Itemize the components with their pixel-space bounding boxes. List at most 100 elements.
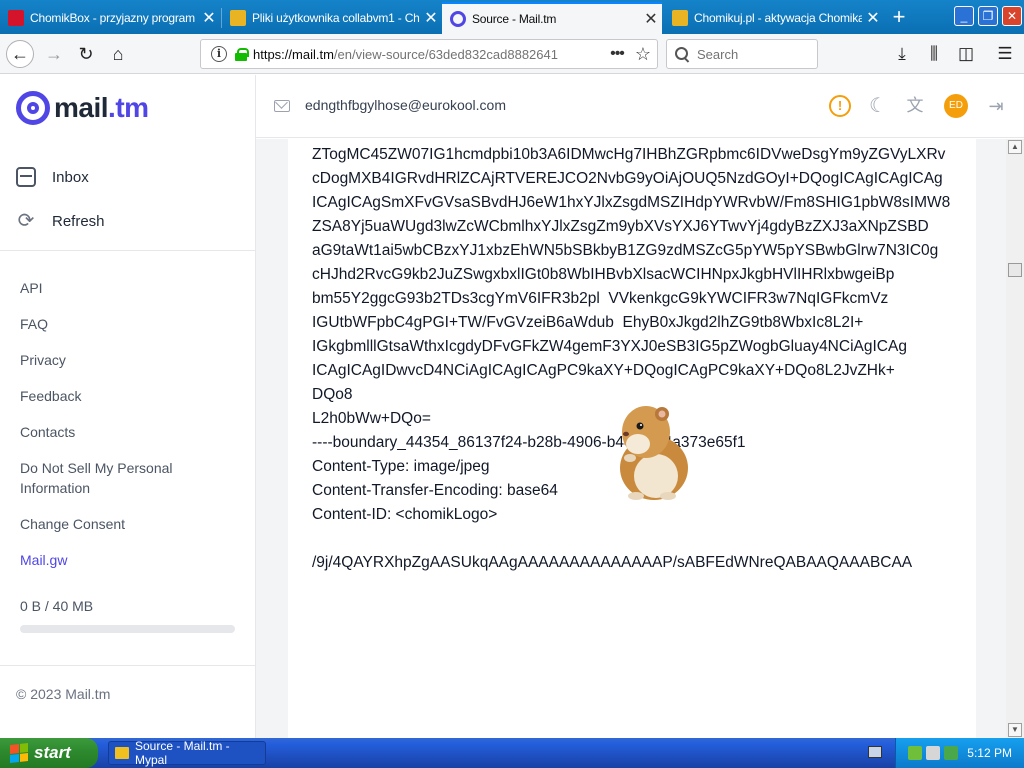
link-do-not-sell[interactable]: Do Not Sell My Personal Information: [20, 458, 240, 498]
source-line: ICAgICAgSmXFvGVsaSBvdHJ6eW1hxYJlxZsgdMSZ…: [312, 194, 951, 211]
secure-lock-icon[interactable]: [235, 47, 249, 61]
current-email-address[interactable]: edngthfbgylhose@eurokool.com: [305, 97, 506, 113]
menu-hamburger-icon[interactable]: ☰: [991, 40, 1019, 68]
browser-tab-source-mailtm[interactable]: Source - Mail.tm ✕: [442, 2, 662, 34]
tray-network-icon[interactable]: [944, 746, 958, 760]
close-tab-icon[interactable]: ✕: [862, 8, 884, 28]
link-feedback[interactable]: Feedback: [20, 386, 240, 406]
source-line: [312, 527, 957, 551]
downloads-icon[interactable]: ⤓: [888, 40, 916, 68]
restore-window-button[interactable]: ❐: [978, 6, 998, 26]
tray-app-icon[interactable]: [908, 746, 922, 760]
tab-title: Source - Mail.tm: [472, 12, 557, 26]
sidebar-divider: [0, 665, 255, 666]
tray-volume-icon[interactable]: [926, 746, 940, 760]
browser-tab-chomikuj-aktywacja[interactable]: Chomikuj.pl - aktywacja Chomika ✕: [664, 2, 884, 34]
address-bar[interactable]: i https://mail.tm/en/view-source/63ded83…: [200, 39, 658, 69]
search-input[interactable]: Search: [666, 39, 818, 69]
search-icon: [675, 47, 689, 61]
tab-title: ChomikBox - przyjazny program ul: [30, 11, 198, 25]
back-button[interactable]: ←: [6, 40, 34, 68]
site-info-icon[interactable]: i: [211, 46, 227, 62]
sidebar-divider: [0, 250, 255, 251]
forward-button[interactable]: →: [40, 40, 68, 68]
library-icon[interactable]: ⫼: [920, 40, 948, 68]
refresh-icon: ⟳: [17, 210, 35, 232]
start-button[interactable]: start: [0, 738, 98, 768]
taskbar-item-label: Source - Mail.tm - Mypal: [135, 739, 230, 767]
taskbar-item-mypal[interactable]: Source - Mail.tm - Mypal: [108, 739, 266, 767]
link-mailgw[interactable]: Mail.gw: [20, 550, 240, 570]
windows-flag-icon: [10, 743, 28, 763]
link-change-consent[interactable]: Change Consent: [20, 514, 240, 534]
mailtm-logo[interactable]: mail.tm: [16, 91, 149, 125]
scrollbar-thumb[interactable]: [1008, 263, 1022, 277]
mail-envelope-icon: [274, 100, 290, 112]
app-sidebar: mail.tm Inbox ⟳ Refresh API FAQ Privacy …: [0, 75, 256, 738]
source-line: /9j/4QAYRXhpZgAASUkqAAgAAAAAAAAAAAAAAP/s…: [312, 554, 913, 571]
scroll-down-arrow-icon[interactable]: ▼: [1008, 723, 1022, 737]
inbox-icon: [16, 167, 36, 187]
logo-text-main: mail: [54, 92, 109, 123]
mypal-browser-icon: [115, 747, 129, 759]
source-line: ICAgICAgIDwvcD4NCiAgICAgICAgPC9kaXY+DQog…: [312, 362, 895, 379]
raw-message-source: ZTogMC45ZW07IG1hcmdpbi10b3A6IDMwcHg7IHBh…: [312, 143, 957, 575]
sidebar-item-inbox[interactable]: Inbox: [16, 155, 105, 199]
warning-icon[interactable]: !: [829, 95, 851, 117]
source-line: IGUtbWFpbC4gPGI+TW/FvGVzeiB6aWdub EhyB0x…: [312, 314, 864, 331]
sidebar-toggle-icon[interactable]: ◫: [952, 40, 980, 68]
copyright-text: © 2023 Mail.tm: [16, 686, 111, 702]
source-line: ZTogMC45ZW07IG1hcmdpbi10b3A6IDMwcHg7IHBh…: [312, 146, 946, 163]
logout-icon[interactable]: ⇥: [985, 95, 1007, 117]
close-tab-icon[interactable]: ✕: [640, 9, 662, 29]
source-line: cHJhd2RvcG9kb2JuZSwgxbxlIGt0b8WbIHBvbXls…: [312, 266, 895, 283]
source-line: ZSA8Yj5uaWUgd3lwZcWCbmlhxYJlxZsgZm9ybXVs…: [312, 218, 929, 235]
app-header: edngthfbgylhose@eurokool.com ! ☾ 文 ED ⇥: [256, 75, 1024, 138]
scroll-up-arrow-icon[interactable]: ▲: [1008, 140, 1022, 154]
sidebar-item-label: Refresh: [52, 212, 105, 230]
search-placeholder: Search: [697, 46, 739, 62]
source-line: aG9taWt1ai5wbCBzxYJ1xbzEhWN5bSBkbyB1ZG9z…: [312, 242, 939, 259]
taskbar-clock: 5:12 PM: [967, 746, 1012, 760]
chomik-favicon-icon: [230, 10, 246, 26]
logo-text-tld: tm: [115, 92, 149, 123]
close-tab-icon[interactable]: ✕: [198, 8, 220, 28]
bookmark-star-icon[interactable]: ☆: [629, 44, 657, 65]
minimize-window-button[interactable]: _: [954, 6, 974, 26]
storage-quota-text: 0 B / 40 MB: [20, 598, 94, 614]
sidebar-links: API FAQ Privacy Feedback Contacts Do Not…: [20, 278, 240, 586]
page-scrollbar[interactable]: ▲ ▼: [1006, 139, 1024, 738]
link-contacts[interactable]: Contacts: [20, 422, 240, 442]
link-faq[interactable]: FAQ: [20, 314, 240, 334]
close-window-button[interactable]: ✕: [1002, 6, 1022, 26]
chomikbox-favicon-icon: [8, 10, 24, 26]
home-button[interactable]: ⌂: [104, 40, 132, 68]
translate-icon[interactable]: 文: [904, 95, 926, 117]
system-tray: 5:12 PM: [895, 738, 1024, 768]
start-label: start: [34, 743, 71, 762]
browser-tab-chomikbox[interactable]: ChomikBox - przyjazny program ul ✕: [0, 2, 220, 34]
source-line: Content-ID: <chomikLogo>: [312, 506, 498, 523]
url-text[interactable]: https://mail.tm/en/view-source/63ded832c…: [253, 47, 605, 62]
mailtm-favicon-icon: [450, 11, 466, 27]
link-api[interactable]: API: [20, 278, 240, 298]
avatar[interactable]: ED: [944, 94, 968, 118]
hamster-sticker-image: [620, 406, 688, 500]
storage-quota-bar: [20, 625, 235, 633]
reload-button[interactable]: ↻: [72, 40, 100, 68]
dark-mode-moon-icon[interactable]: ☾: [867, 95, 889, 117]
at-sign-logo-icon: [16, 91, 50, 125]
sidebar-item-refresh[interactable]: ⟳ Refresh: [16, 199, 105, 243]
sidebar-nav: Inbox ⟳ Refresh: [16, 155, 105, 243]
link-privacy[interactable]: Privacy: [20, 350, 240, 370]
browser-toolbar: ← → ↻ ⌂ i https://mail.tm/en/view-source…: [0, 34, 1024, 74]
tab-title: Chomikuj.pl - aktywacja Chomika: [694, 11, 862, 25]
page-actions-menu-icon[interactable]: •••: [605, 45, 629, 63]
windows-taskbar: start Source - Mail.tm - Mypal 5:12 PM: [0, 738, 1024, 768]
source-line: IGkgbmlllGtsaWthxIcgdyDFvGFkZW4gemF3YXJ0…: [312, 338, 907, 355]
browser-tab-strip: ChomikBox - przyjazny program ul ✕ Pliki…: [0, 0, 1024, 34]
close-tab-icon[interactable]: ✕: [420, 8, 442, 28]
keyboard-layout-icon[interactable]: [868, 746, 882, 758]
browser-tab-pliki[interactable]: Pliki użytkownika collabvm1 - Cho ✕: [222, 2, 442, 34]
new-tab-button[interactable]: +: [886, 4, 912, 30]
